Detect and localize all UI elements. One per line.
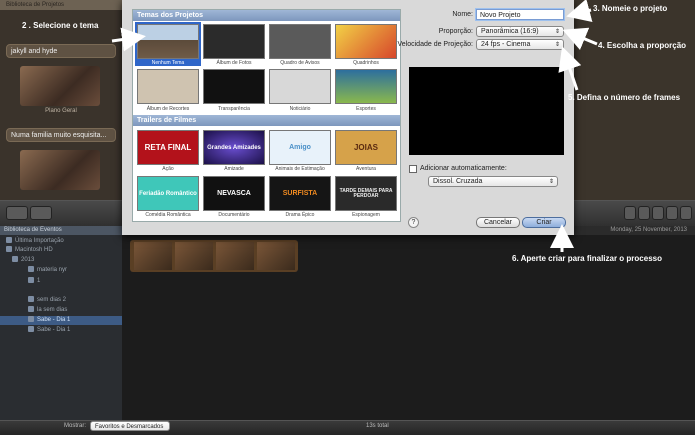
- annotation-step-5: 5. Defina o número de frames: [568, 93, 681, 102]
- annotation-step-4: 4. Escolha a proporção: [598, 41, 687, 50]
- arrow-to-theme: [111, 27, 146, 52]
- arrow-to-name: [566, 0, 593, 23]
- arrow-to-frame-rate: [558, 46, 582, 91]
- annotation-arrows: [111, 0, 598, 252]
- arrow-to-proportion: [562, 27, 598, 50]
- annotation-step-2: 2 . Selecione o tema: [22, 21, 99, 30]
- annotation-step-6: 6. Aperte criar para finalizar o process…: [512, 254, 662, 263]
- annotation-step-3: 3. Nomeie o projeto: [593, 4, 668, 13]
